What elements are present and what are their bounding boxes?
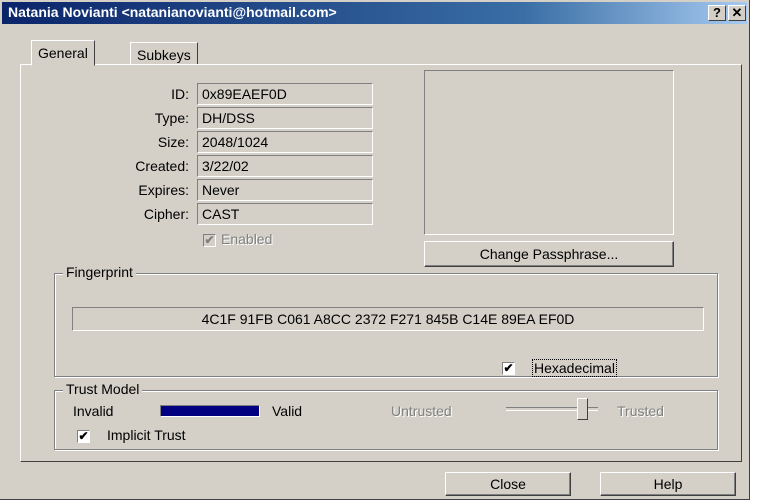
help-button[interactable]: Help [600,472,736,496]
question-icon: ? [713,5,721,20]
tab-subkeys[interactable]: Subkeys [130,42,198,64]
implicit-trust-label[interactable]: Implicit Trust [107,427,186,443]
help-title-button[interactable]: ? [708,5,726,21]
change-passphrase-button[interactable]: Change Passphrase... [424,241,674,267]
hexadecimal-label[interactable]: Hexadecimal [532,359,617,377]
id-label: ID: [171,86,189,102]
cipher-field: CAST [197,203,373,225]
close-button-label: Close [490,476,526,492]
untrusted-label: Untrusted [391,403,452,419]
tab-general-label: General [38,45,88,61]
validity-bar [160,405,260,417]
fingerprint-group-label: Fingerprint [63,264,136,280]
title-bar[interactable]: Natania Novianti <nataniano​vianti@hotma… [2,2,747,24]
type-label: Type: [154,110,189,126]
enabled-label: Enabled [221,231,273,247]
size-label: Size: [157,134,189,150]
validity-bar-fill [161,406,259,416]
close-button[interactable]: Close [445,472,571,496]
change-passphrase-label: Change Passphrase... [479,246,619,262]
cipher-label: Cipher: [143,206,189,222]
trust-slider-thumb[interactable] [577,398,588,420]
hexadecimal-checkbox[interactable]: ✔ [502,362,515,375]
valid-label: Valid [272,403,303,419]
tab-general[interactable]: General [31,40,95,66]
tab-subkeys-label: Subkeys [137,47,191,63]
type-field: DH/DSS [197,107,373,129]
expires-field: Never [197,179,373,201]
expires-label: Expires: [138,182,189,198]
help-button-label: Help [653,476,683,492]
invalid-label: Invalid [73,403,114,419]
fingerprint-field: 4C1F 91FB C061 A8CC 2372 F271 845B C14E … [72,307,704,331]
created-label: Created: [135,158,189,174]
close-icon: ✕ [731,5,743,20]
id-field: 0x89EAEF0D [197,83,373,105]
created-field: 3/22/02 [197,155,373,177]
key-properties-window: Natania Novianti <nataniano​vianti@hotma… [0,0,750,500]
enabled-checkbox: ✔ [203,233,216,247]
trust-model-group-label: Trust Model [63,381,143,397]
implicit-trust-checkbox[interactable]: ✔ [77,430,90,443]
window-title: Natania Novianti <nataniano​vianti@hotma… [8,4,337,20]
size-field: 2048/1024 [197,131,373,153]
close-title-button[interactable]: ✕ [728,5,746,21]
photo-id-box[interactable] [424,70,674,235]
trusted-label: Trusted [617,403,664,419]
